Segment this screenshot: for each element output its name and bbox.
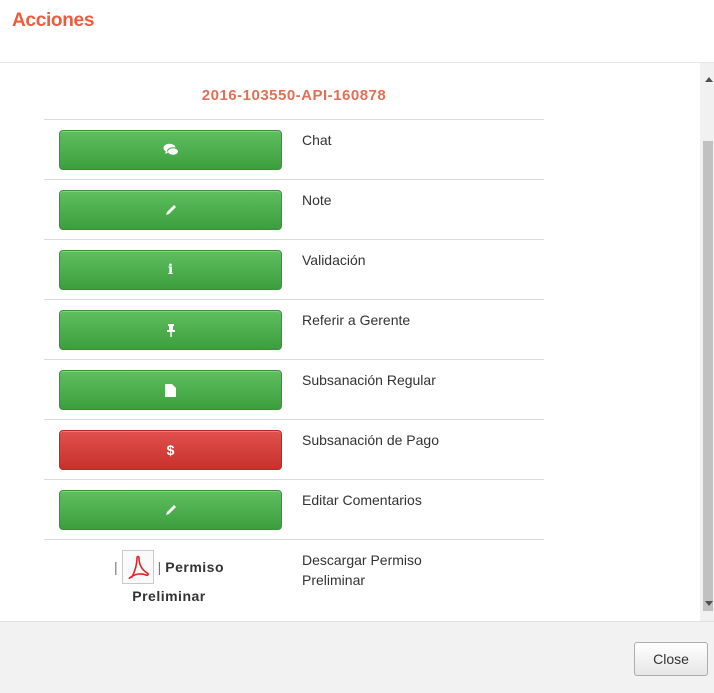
permiso-preliminar-link[interactable]: | | Permiso Preliminar bbox=[54, 550, 284, 604]
validacion-button[interactable]: i bbox=[59, 250, 282, 290]
action-row-note: Note bbox=[44, 179, 544, 240]
editar-comentarios-button[interactable] bbox=[59, 490, 282, 530]
scrollbar[interactable] bbox=[700, 63, 714, 621]
action-label-validacion: Validación bbox=[302, 252, 366, 268]
subsanacion-regular-button[interactable] bbox=[59, 370, 282, 410]
chat-button[interactable] bbox=[59, 130, 282, 170]
pencil-icon bbox=[165, 505, 176, 515]
pdf-icon bbox=[121, 550, 154, 584]
action-label-referir: Referir a Gerente bbox=[302, 312, 411, 328]
pin-icon bbox=[166, 324, 175, 337]
modal-title: Acciones bbox=[12, 10, 95, 31]
action-label-note: Note bbox=[302, 192, 332, 208]
action-row-subsanacion-regular: Subsanación Regular bbox=[44, 359, 544, 420]
action-label-chat: Chat bbox=[302, 132, 332, 148]
action-row-referir: Referir a Gerente bbox=[44, 299, 544, 360]
close-button[interactable]: Close bbox=[634, 642, 708, 676]
action-row-descargar: | | Permiso Preliminar Descargar Permiso… bbox=[44, 539, 544, 618]
info-icon: i bbox=[167, 262, 174, 278]
permiso-link-text: Permiso bbox=[165, 559, 225, 575]
pencil-icon bbox=[165, 205, 176, 215]
action-label-subsanacion-regular: Subsanación Regular bbox=[302, 372, 436, 388]
comments-icon bbox=[163, 143, 179, 156]
action-label-descargar: Descargar Permiso Preliminar bbox=[302, 552, 422, 588]
scroll-up-arrow-icon[interactable] bbox=[705, 77, 713, 82]
modal-footer: Close bbox=[0, 621, 714, 693]
separator: | bbox=[157, 559, 162, 575]
subsanacion-pago-button[interactable]: $ bbox=[59, 430, 282, 470]
preliminar-link-text: Preliminar bbox=[132, 588, 206, 604]
note-button[interactable] bbox=[59, 190, 282, 230]
modal-body: 2016-103550-API-160878 Chat Note i Valid… bbox=[0, 63, 714, 621]
scroll-down-arrow-icon[interactable] bbox=[705, 601, 713, 606]
separator: | bbox=[113, 559, 118, 575]
action-row-chat: Chat bbox=[44, 119, 544, 180]
action-row-editar-comentarios: Editar Comentarios bbox=[44, 479, 544, 540]
action-row-subsanacion-pago: $ Subsanación de Pago bbox=[44, 419, 544, 480]
action-label-editar-comentarios: Editar Comentarios bbox=[302, 492, 422, 508]
referir-gerente-button[interactable] bbox=[59, 310, 282, 350]
file-icon bbox=[165, 383, 176, 397]
action-row-validacion: i Validación bbox=[44, 239, 544, 300]
case-id: 2016-103550-API-160878 bbox=[201, 87, 387, 104]
scroll-thumb[interactable] bbox=[703, 141, 713, 611]
dollar-icon: $ bbox=[166, 442, 175, 458]
action-label-subsanacion-pago: Subsanación de Pago bbox=[302, 432, 439, 448]
